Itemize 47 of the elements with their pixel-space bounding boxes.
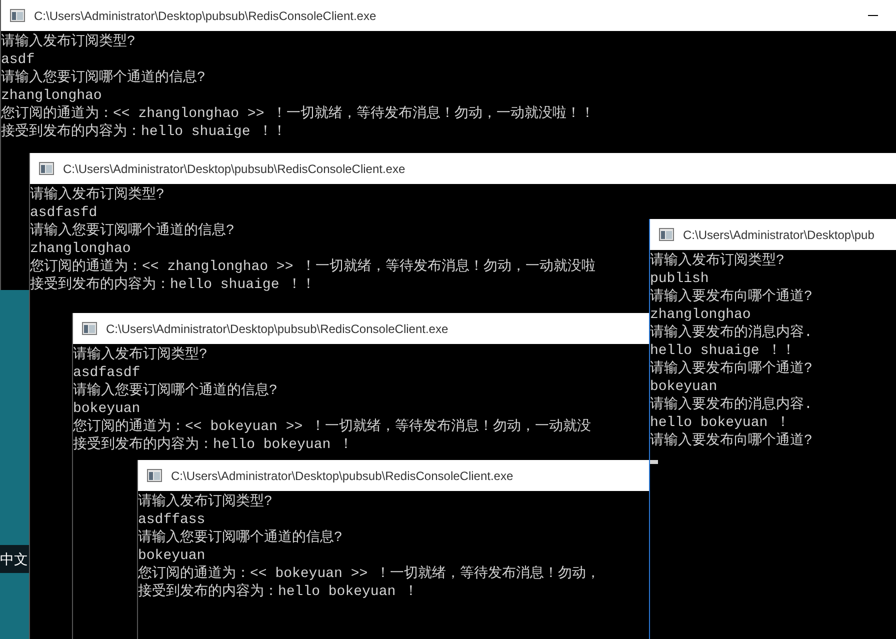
console-line: bokeyuan xyxy=(73,400,140,418)
console-line: 您订阅的通道为：<< zhanglonghao >> ！一切就绪，等待发布消息！勿动，一动就没啦 xyxy=(30,258,596,276)
window-title: C:\Users\Administrator\Desktop\pubsub\RedisConsoleClient.exe xyxy=(63,162,406,176)
console-line: 请输入发布订阅类型? xyxy=(650,252,784,270)
console-line: 请输入要发布向哪个通道? xyxy=(650,432,812,450)
console-line: 请输入您要订阅哪个通道的信息? xyxy=(138,529,342,547)
console-line: bokeyuan xyxy=(138,547,206,565)
console-line: 请输入发布订阅类型? xyxy=(138,493,272,511)
console-line: 您订阅的通道为：<< bokeyuan >> ！一切就绪，等待发布消息！勿动，一动就没 xyxy=(73,418,592,436)
console-icon xyxy=(659,228,674,241)
console-line: 请输入您要订阅哪个通道的信息? xyxy=(1,69,206,87)
window-title: C:\Users\Administrator\Desktop\pub xyxy=(683,228,874,242)
console-line: zhanglonghao xyxy=(650,306,751,324)
console-line: hello bokeyuan ！ xyxy=(650,414,790,432)
window-title: C:\Users\Administrator\Desktop\pubsub\RedisConsoleClient.exe xyxy=(106,322,448,336)
minimize-icon xyxy=(868,15,878,16)
console-line: 接受到发布的内容为：hello bokeyuan ！ xyxy=(73,436,354,454)
console-line: 请输入您要订阅哪个通道的信息? xyxy=(30,222,234,240)
console-line: 请输入发布订阅类型? xyxy=(30,186,164,204)
console-line: 请输入要发布的消息内容. xyxy=(650,324,812,342)
console-line: 您订阅的通道为：<< bokeyuan >> ！一切就绪，等待发布消息！勿动， xyxy=(138,565,600,583)
window-title: C:\Users\Administrator\Desktop\pubsub\RedisConsoleClient.exe xyxy=(34,8,376,22)
console-icon xyxy=(82,322,97,335)
console-icon xyxy=(147,469,162,482)
console-line: 接受到发布的内容为：hello shuaige ！！ xyxy=(1,123,287,141)
console-line: 接受到发布的内容为：hello shuaige ！！ xyxy=(30,276,316,294)
console-line: 请输入发布订阅类型? xyxy=(1,33,136,51)
console-line: zhanglonghao xyxy=(30,240,131,258)
console-line: 接受到发布的内容为：hello bokeyuan ！ xyxy=(138,583,418,601)
console-line: 您订阅的通道为：<< zhanglonghao >> ！一切就绪，等待发布消息！勿动，一动就没啦！！ xyxy=(1,105,595,123)
console-icon xyxy=(39,162,54,175)
console-line: asdfasdf xyxy=(73,364,140,382)
console-line: 请输入要发布向哪个通道? xyxy=(650,360,812,378)
console-line: 请输入发布订阅类型? xyxy=(73,346,208,364)
console-line: 请输入您要订阅哪个通道的信息? xyxy=(73,382,278,400)
language-indicator[interactable]: 中文 xyxy=(0,545,29,573)
console-line: bokeyuan xyxy=(650,378,718,396)
console-line: zhanglonghao xyxy=(1,87,102,105)
console-line: asdf xyxy=(1,51,35,69)
console-icon xyxy=(10,9,25,22)
console-line: publish xyxy=(650,270,709,288)
console-line: 请输入要发布向哪个通道? xyxy=(650,288,812,306)
window-title: C:\Users\Administrator\Desktop\pubsub\RedisConsoleClient.exe xyxy=(171,468,514,482)
console-line: 请输入要发布的消息内容. xyxy=(650,396,812,414)
console-line: hello shuaige ！！ xyxy=(650,342,796,360)
console-line: asdfasfd xyxy=(30,204,98,222)
console-line: asdffass xyxy=(138,511,206,529)
